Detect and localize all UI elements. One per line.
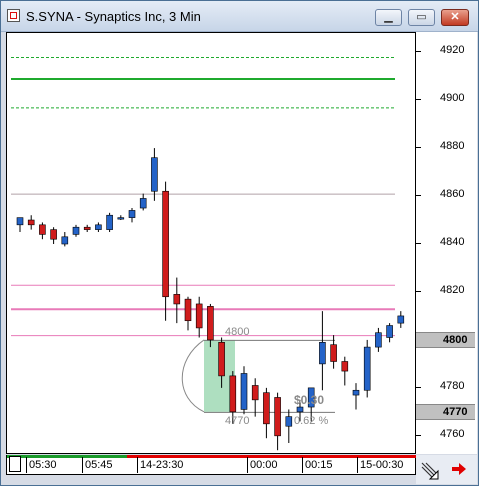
candle-down	[50, 229, 57, 240]
title-bar[interactable]: S.SYNA - Synaptics Inc, 3 Min ▁ ▭ ✕	[1, 1, 478, 32]
app-icon[interactable]	[7, 9, 20, 22]
candle-down	[330, 344, 337, 362]
candle-down	[263, 392, 270, 425]
candle-up	[16, 217, 24, 226]
price-tick-label: 4840	[440, 236, 465, 248]
time-separator	[26, 457, 27, 473]
price-tick-mark	[416, 195, 421, 197]
time-separator	[137, 457, 138, 473]
candle-up	[72, 226, 80, 235]
candle-down	[229, 375, 237, 413]
candle-up	[375, 332, 382, 348]
price-tick-mark	[416, 386, 421, 388]
candle-down	[251, 385, 259, 401]
price-tick-label: 4900	[440, 92, 465, 105]
time-label: 00:00	[250, 459, 278, 471]
chart-corner	[416, 455, 477, 484]
chart-plot-area[interactable]: 4800 4770 $0.30 0.62 %	[6, 32, 416, 454]
candle-down	[207, 306, 214, 341]
trade-bracket-curve	[181, 339, 205, 413]
candle-up	[151, 157, 158, 192]
price-tick-label: 4860	[440, 188, 465, 201]
level-label-bottom: 4770	[225, 415, 249, 427]
price-tick-label: 4880	[440, 140, 465, 153]
candle-down	[341, 361, 349, 372]
price-tick-label: 4760	[440, 427, 465, 440]
candle-down	[27, 219, 35, 226]
time-separator	[247, 457, 248, 473]
candlestick-chart: 4800 4770 $0.30 0.62 %	[11, 56, 405, 451]
price-marker-box: 4770	[416, 403, 475, 420]
candle-down	[184, 298, 192, 322]
price-tick-label: 4780	[440, 379, 465, 392]
candle-up	[106, 214, 113, 230]
price-tick-mark	[416, 243, 421, 244]
price-tick-mark	[416, 99, 421, 101]
move-percent-label: 0.62 %	[294, 415, 328, 427]
candle-down	[195, 303, 203, 329]
time-scroll-handle[interactable]	[9, 456, 21, 472]
candle-up	[296, 406, 304, 413]
candle-up	[117, 217, 125, 220]
time-separator	[82, 457, 83, 473]
time-label: 14-23:30	[140, 459, 184, 471]
price-tick-mark	[416, 51, 421, 53]
restore-button[interactable]: ▭	[408, 9, 435, 26]
price-tick-label: 4920	[440, 44, 465, 57]
time-label: 05:30	[29, 459, 57, 471]
candle-up	[95, 224, 102, 230]
candle-up	[386, 325, 393, 338]
candle-up	[240, 373, 248, 410]
time-separator	[357, 457, 358, 473]
candle-down	[173, 294, 181, 305]
candle-up	[61, 236, 69, 245]
price-tick-mark	[416, 434, 421, 436]
candle-down	[218, 342, 225, 377]
move-value-label: $0.30	[294, 393, 324, 407]
candle-up	[363, 346, 371, 391]
price-marker-box: 4800	[416, 331, 475, 348]
resize-grip-icon[interactable]	[420, 461, 440, 481]
candle-up	[128, 210, 136, 218]
candle-down	[274, 397, 281, 437]
candle-up	[352, 389, 360, 396]
candle-up	[285, 416, 293, 427]
time-label: 15-00:30	[360, 459, 404, 471]
candle-up	[319, 342, 326, 365]
candle-down	[39, 224, 46, 235]
level-label-top: 4800	[225, 326, 249, 338]
time-range-red	[127, 455, 416, 458]
close-button[interactable]: ✕	[441, 9, 469, 26]
candle-up	[139, 198, 147, 209]
window-title: S.SYNA - Synaptics Inc, 3 Min	[26, 9, 201, 24]
time-label: 00:15	[305, 459, 333, 471]
time-range-green	[7, 455, 127, 458]
minimize-button[interactable]: ▁	[375, 9, 402, 26]
candle-down	[162, 190, 169, 298]
scroll-right-arrow-icon[interactable]	[452, 463, 466, 475]
price-axis[interactable]: 4920490048804860484048204800478047604800…	[416, 32, 477, 454]
candle-down	[83, 226, 91, 230]
price-tick-label: 4820	[440, 283, 465, 296]
price-tick-mark	[416, 290, 421, 292]
time-axis[interactable]: 05:30 05:45 14-23:30 00:00 00:15 15-00:3…	[6, 455, 416, 475]
candle-up	[397, 315, 405, 324]
price-tick-mark	[416, 147, 421, 149]
time-separator	[302, 457, 303, 473]
time-label: 05:45	[85, 459, 113, 471]
